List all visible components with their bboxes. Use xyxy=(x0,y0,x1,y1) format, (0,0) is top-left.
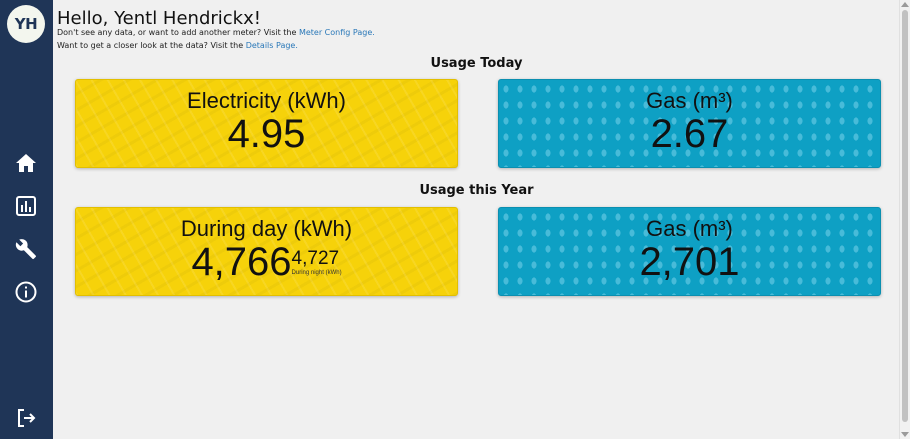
gas-today-card: Gas (m³) 2.67 xyxy=(498,79,881,168)
page-scrollbar[interactable] xyxy=(899,0,910,439)
gas-year-card: Gas (m³) 2,701 xyxy=(498,207,881,296)
greeting-title: Hello, Yentl Hendrickx! xyxy=(57,8,261,29)
usage-today-title: Usage Today xyxy=(430,56,523,71)
night-usage-block: 4,727 During night (kWh) xyxy=(291,248,342,277)
sidebar: YH xyxy=(0,0,53,439)
logout-icon[interactable] xyxy=(14,406,38,430)
details-hint: Want to get a closer look at the data? V… xyxy=(57,41,298,50)
scroll-down-arrow-icon[interactable] xyxy=(901,432,909,437)
wrench-icon[interactable] xyxy=(14,237,38,261)
home-icon[interactable] xyxy=(14,151,38,175)
chart-icon[interactable] xyxy=(14,194,38,218)
meter-config-hint: Don't see any data, or want to add anoth… xyxy=(57,28,375,37)
electricity-today-label: Electricity (kWh) xyxy=(187,88,346,113)
electricity-year-label: During day (kWh) xyxy=(180,216,353,241)
electricity-today-value: 4.95 xyxy=(227,112,306,156)
details-link[interactable]: Details Page. xyxy=(246,41,298,50)
electricity-year-card: During day (kWh) 4,766 4,727 During night … xyxy=(75,207,458,296)
scrollbar-thumb[interactable] xyxy=(902,10,908,422)
electricity-year-night-label: During night (kWh) xyxy=(291,270,342,276)
electricity-year-day-value: 4,766 xyxy=(191,240,292,284)
gas-year-value: 2,701 xyxy=(639,240,740,284)
info-icon[interactable] xyxy=(14,280,38,304)
gas-today-label: Gas (m³) xyxy=(646,88,733,113)
meter-config-link[interactable]: Meter Config Page. xyxy=(299,28,375,37)
details-hint-text: Want to get a closer look at the data? V… xyxy=(57,41,246,50)
avatar[interactable]: YH xyxy=(7,5,45,43)
scroll-up-arrow-icon[interactable] xyxy=(901,2,909,7)
gas-today-value: 2.67 xyxy=(650,112,729,156)
gas-year-label: Gas (m³) xyxy=(646,216,733,241)
electricity-year-night-value: 4,727 xyxy=(291,248,340,269)
electricity-today-card: Electricity (kWh) 4.95 xyxy=(75,79,458,168)
usage-year-title: Usage this Year xyxy=(419,183,534,198)
meter-config-hint-text: Don't see any data, or want to add anoth… xyxy=(57,28,299,37)
electricity-year-values: 4,766 4,727 During night (kWh) xyxy=(76,240,457,285)
